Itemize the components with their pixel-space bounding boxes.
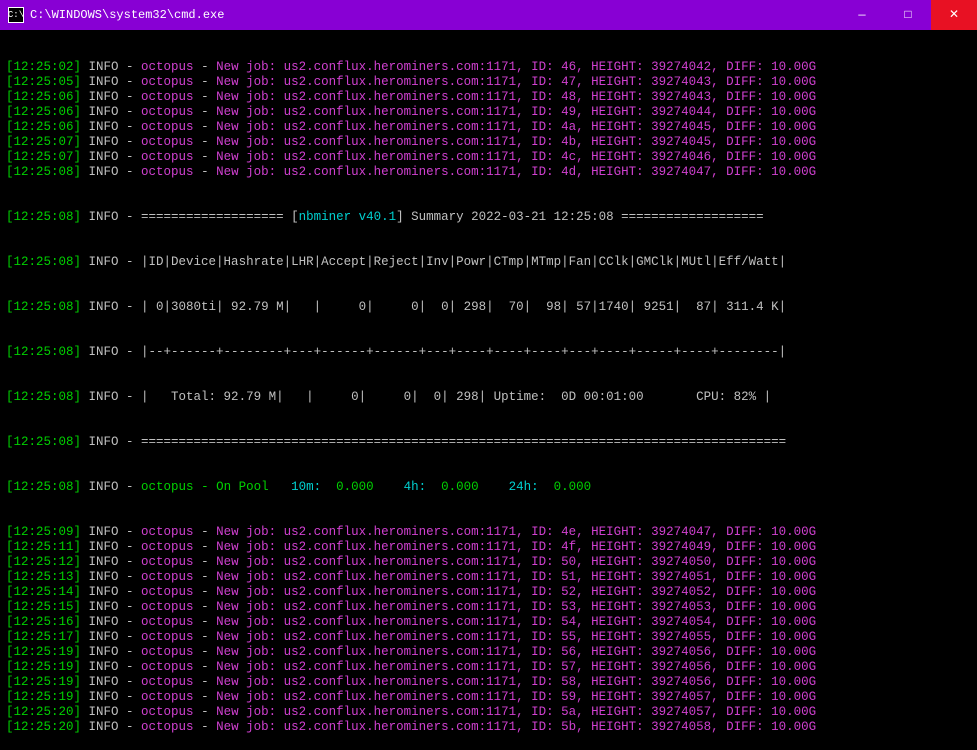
maximize-button[interactable]: □: [885, 0, 931, 30]
minimize-button[interactable]: —: [839, 0, 885, 30]
cmd-icon: C:\: [8, 7, 24, 23]
log-line: [12:25:08] INFO - octopus - New job: us2…: [6, 165, 971, 180]
window-titlebar[interactable]: C:\ C:\WINDOWS\system32\cmd.exe — □ ✕: [0, 0, 977, 30]
summary-total: [12:25:08] INFO - | Total: 92.79 M| | 0|…: [6, 390, 971, 405]
log-line: [12:25:06] INFO - octopus - New job: us2…: [6, 105, 971, 120]
summary-end: [12:25:08] INFO - ======================…: [6, 435, 971, 450]
log-line: [12:25:20] INFO - octopus - New job: us2…: [6, 705, 971, 720]
summary-header: [12:25:08] INFO - |ID|Device|Hashrate|LH…: [6, 255, 971, 270]
log-line: [12:25:15] INFO - octopus - New job: us2…: [6, 600, 971, 615]
log-line: [12:25:19] INFO - octopus - New job: us2…: [6, 675, 971, 690]
log-line: [12:25:13] INFO - octopus - New job: us2…: [6, 570, 971, 585]
log-line: [12:25:06] INFO - octopus - New job: us2…: [6, 120, 971, 135]
log-line: [12:25:07] INFO - octopus - New job: us2…: [6, 150, 971, 165]
summary-sep: [12:25:08] INFO - |--+------+--------+--…: [6, 345, 971, 360]
log-line: [12:25:09] INFO - octopus - New job: us2…: [6, 525, 971, 540]
log-line: [12:25:12] INFO - octopus - New job: us2…: [6, 555, 971, 570]
close-button[interactable]: ✕: [931, 0, 977, 30]
log-line: [12:25:11] INFO - octopus - New job: us2…: [6, 540, 971, 555]
log-line: [12:25:02] INFO - octopus - New job: us2…: [6, 60, 971, 75]
log-line: [12:25:16] INFO - octopus - New job: us2…: [6, 615, 971, 630]
terminal-output[interactable]: [12:25:02] INFO - octopus - New job: us2…: [0, 30, 977, 750]
log-line: [12:25:19] INFO - octopus - New job: us2…: [6, 690, 971, 705]
log-line: [12:25:05] INFO - octopus - New job: us2…: [6, 75, 971, 90]
summary-row: [12:25:08] INFO - =================== [n…: [6, 210, 971, 225]
log-line: [12:25:07] INFO - octopus - New job: us2…: [6, 135, 971, 150]
window-title: C:\WINDOWS\system32\cmd.exe: [30, 8, 839, 22]
pool-stats: [12:25:08] INFO - octopus - On Pool 10m:…: [6, 480, 971, 495]
log-line: [12:25:20] INFO - octopus - New job: us2…: [6, 720, 971, 735]
summary-data: [12:25:08] INFO - | 0|3080ti| 92.79 M| |…: [6, 300, 971, 315]
log-line: [12:25:14] INFO - octopus - New job: us2…: [6, 585, 971, 600]
log-line: [12:25:17] INFO - octopus - New job: us2…: [6, 630, 971, 645]
log-line: [12:25:06] INFO - octopus - New job: us2…: [6, 90, 971, 105]
log-line: [12:25:19] INFO - octopus - New job: us2…: [6, 660, 971, 675]
log-line: [12:25:19] INFO - octopus - New job: us2…: [6, 645, 971, 660]
